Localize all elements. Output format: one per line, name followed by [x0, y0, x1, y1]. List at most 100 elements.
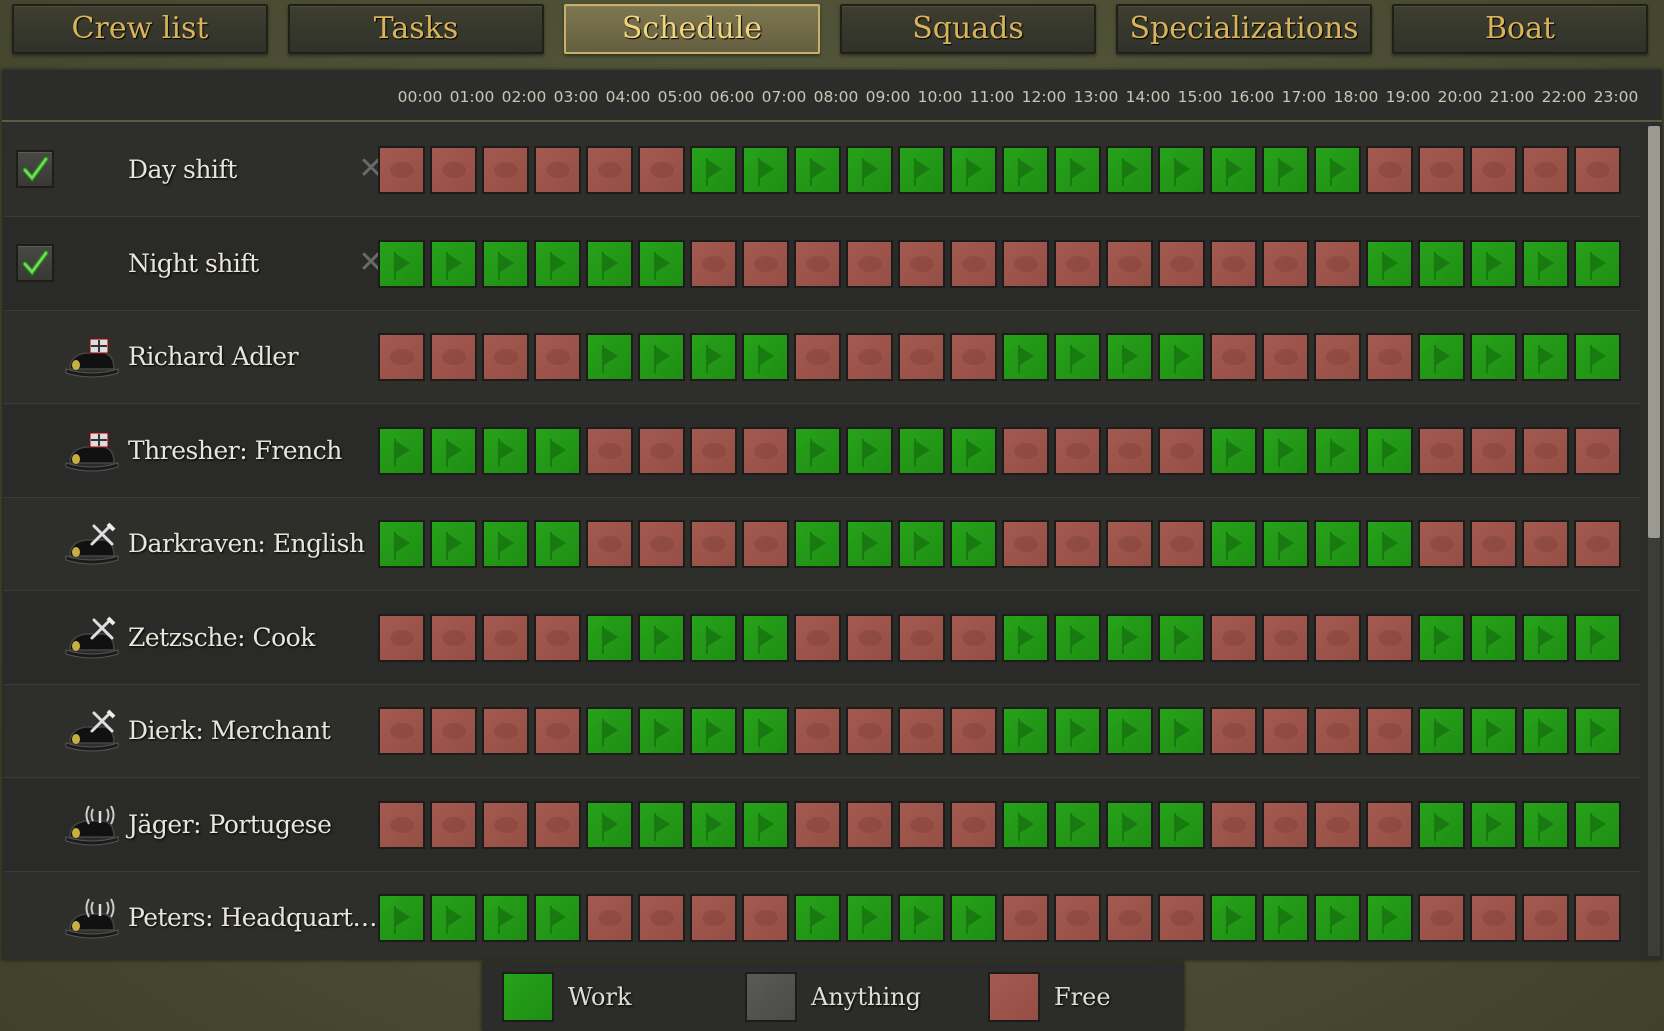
schedule-cell-free[interactable]	[794, 707, 841, 755]
schedule-cell-work[interactable]	[1418, 239, 1465, 288]
schedule-cell-free[interactable]	[1418, 894, 1465, 942]
schedule-cell-free[interactable]	[898, 613, 945, 662]
schedule-cell-free[interactable]	[898, 333, 945, 381]
schedule-cell-work[interactable]	[1106, 333, 1153, 381]
row-label[interactable]: Dierk: Merchant	[128, 685, 331, 777]
row-label[interactable]: Peters: Headquart…	[128, 872, 378, 960]
schedule-cell-free[interactable]	[430, 146, 477, 194]
shift-enabled-checkbox[interactable]	[16, 243, 54, 282]
schedule-cell-free[interactable]	[586, 520, 633, 568]
schedule-cell-work[interactable]	[586, 707, 633, 755]
schedule-cell-free[interactable]	[1210, 707, 1257, 755]
schedule-cell-free[interactable]	[1158, 239, 1205, 288]
schedule-cell-work[interactable]	[430, 239, 477, 288]
schedule-cell-free[interactable]	[378, 146, 425, 194]
schedule-cell-work[interactable]	[638, 613, 685, 662]
schedule-cell-free[interactable]	[1574, 520, 1621, 568]
schedule-cell-work[interactable]	[690, 800, 737, 849]
schedule-cell-free[interactable]	[1418, 146, 1465, 194]
schedule-cell-free[interactable]	[794, 239, 841, 288]
schedule-cell-free[interactable]	[534, 146, 581, 194]
schedule-cell-work[interactable]	[690, 613, 737, 662]
schedule-cell-free[interactable]	[482, 333, 529, 381]
schedule-cell-free[interactable]	[1314, 333, 1361, 381]
schedule-cell-work[interactable]	[1106, 800, 1153, 849]
schedule-cell-free[interactable]	[1574, 426, 1621, 475]
schedule-cell-work[interactable]	[1522, 800, 1569, 849]
schedule-cell-work[interactable]	[1470, 800, 1517, 849]
schedule-cell-free[interactable]	[846, 239, 893, 288]
schedule-cell-free[interactable]	[1106, 520, 1153, 568]
schedule-cell-free[interactable]	[742, 520, 789, 568]
schedule-cell-work[interactable]	[1158, 146, 1205, 194]
schedule-cell-free[interactable]	[1522, 520, 1569, 568]
schedule-cell-free[interactable]	[378, 707, 425, 755]
schedule-cell-work[interactable]	[742, 800, 789, 849]
schedule-cell-free[interactable]	[1054, 239, 1101, 288]
schedule-cell-work[interactable]	[898, 520, 945, 568]
schedule-cell-free[interactable]	[1314, 707, 1361, 755]
schedule-cell-work[interactable]	[1418, 613, 1465, 662]
schedule-cell-work[interactable]	[742, 146, 789, 194]
schedule-cell-work[interactable]	[430, 894, 477, 942]
schedule-cell-free[interactable]	[690, 520, 737, 568]
schedule-cell-free[interactable]	[794, 613, 841, 662]
schedule-cell-free[interactable]	[638, 426, 685, 475]
schedule-cell-free[interactable]	[1262, 239, 1309, 288]
schedule-cell-free[interactable]	[378, 613, 425, 662]
tab-schedule[interactable]: Schedule	[564, 4, 820, 54]
schedule-cell-work[interactable]	[1210, 894, 1257, 942]
schedule-cell-free[interactable]	[534, 707, 581, 755]
schedule-cell-work[interactable]	[378, 426, 425, 475]
schedule-cell-work[interactable]	[1262, 146, 1309, 194]
schedule-cell-free[interactable]	[1262, 800, 1309, 849]
tab-tasks[interactable]: Tasks	[288, 4, 544, 54]
schedule-cell-free[interactable]	[846, 800, 893, 849]
schedule-cell-work[interactable]	[1366, 239, 1413, 288]
schedule-cell-free[interactable]	[638, 894, 685, 942]
schedule-cell-work[interactable]	[1470, 613, 1517, 662]
row-label[interactable]: Thresher: French	[128, 405, 342, 497]
schedule-cell-work[interactable]	[1470, 333, 1517, 381]
schedule-cell-free[interactable]	[1314, 613, 1361, 662]
schedule-cell-free[interactable]	[1522, 146, 1569, 194]
tab-crew-list[interactable]: Crew list	[12, 4, 268, 54]
schedule-cell-work[interactable]	[534, 426, 581, 475]
schedule-cell-work[interactable]	[1314, 146, 1361, 194]
schedule-cell-work[interactable]	[898, 146, 945, 194]
schedule-cell-work[interactable]	[638, 239, 685, 288]
tab-specializations[interactable]: Specializations	[1116, 4, 1372, 54]
schedule-cell-work[interactable]	[950, 894, 997, 942]
schedule-cell-work[interactable]	[1314, 426, 1361, 475]
schedule-cell-free[interactable]	[1002, 894, 1049, 942]
schedule-cell-work[interactable]	[1366, 426, 1413, 475]
schedule-cell-work[interactable]	[898, 426, 945, 475]
schedule-cell-work[interactable]	[1002, 613, 1049, 662]
schedule-cell-work[interactable]	[1054, 707, 1101, 755]
schedule-cell-free[interactable]	[1158, 520, 1205, 568]
schedule-cell-work[interactable]	[690, 146, 737, 194]
schedule-cell-free[interactable]	[430, 707, 477, 755]
schedule-cell-work[interactable]	[1418, 800, 1465, 849]
schedule-cell-free[interactable]	[586, 894, 633, 942]
schedule-cell-work[interactable]	[1470, 239, 1517, 288]
schedule-cell-free[interactable]	[430, 613, 477, 662]
schedule-cell-work[interactable]	[1158, 613, 1205, 662]
schedule-cell-free[interactable]	[638, 146, 685, 194]
schedule-cell-free[interactable]	[1158, 894, 1205, 942]
shift-enabled-checkbox[interactable]	[16, 150, 54, 188]
schedule-cell-work[interactable]	[1574, 613, 1621, 662]
schedule-cell-free[interactable]	[950, 613, 997, 662]
schedule-cell-work[interactable]	[638, 333, 685, 381]
schedule-cell-work[interactable]	[1002, 146, 1049, 194]
schedule-cell-work[interactable]	[482, 520, 529, 568]
schedule-cell-work[interactable]	[638, 800, 685, 849]
schedule-cell-free[interactable]	[1470, 520, 1517, 568]
schedule-cell-free[interactable]	[1366, 800, 1413, 849]
schedule-cell-work[interactable]	[1470, 707, 1517, 755]
schedule-cell-work[interactable]	[690, 707, 737, 755]
schedule-cell-free[interactable]	[1366, 707, 1413, 755]
schedule-cell-work[interactable]	[1262, 426, 1309, 475]
schedule-cell-work[interactable]	[690, 333, 737, 381]
schedule-cell-free[interactable]	[1366, 146, 1413, 194]
